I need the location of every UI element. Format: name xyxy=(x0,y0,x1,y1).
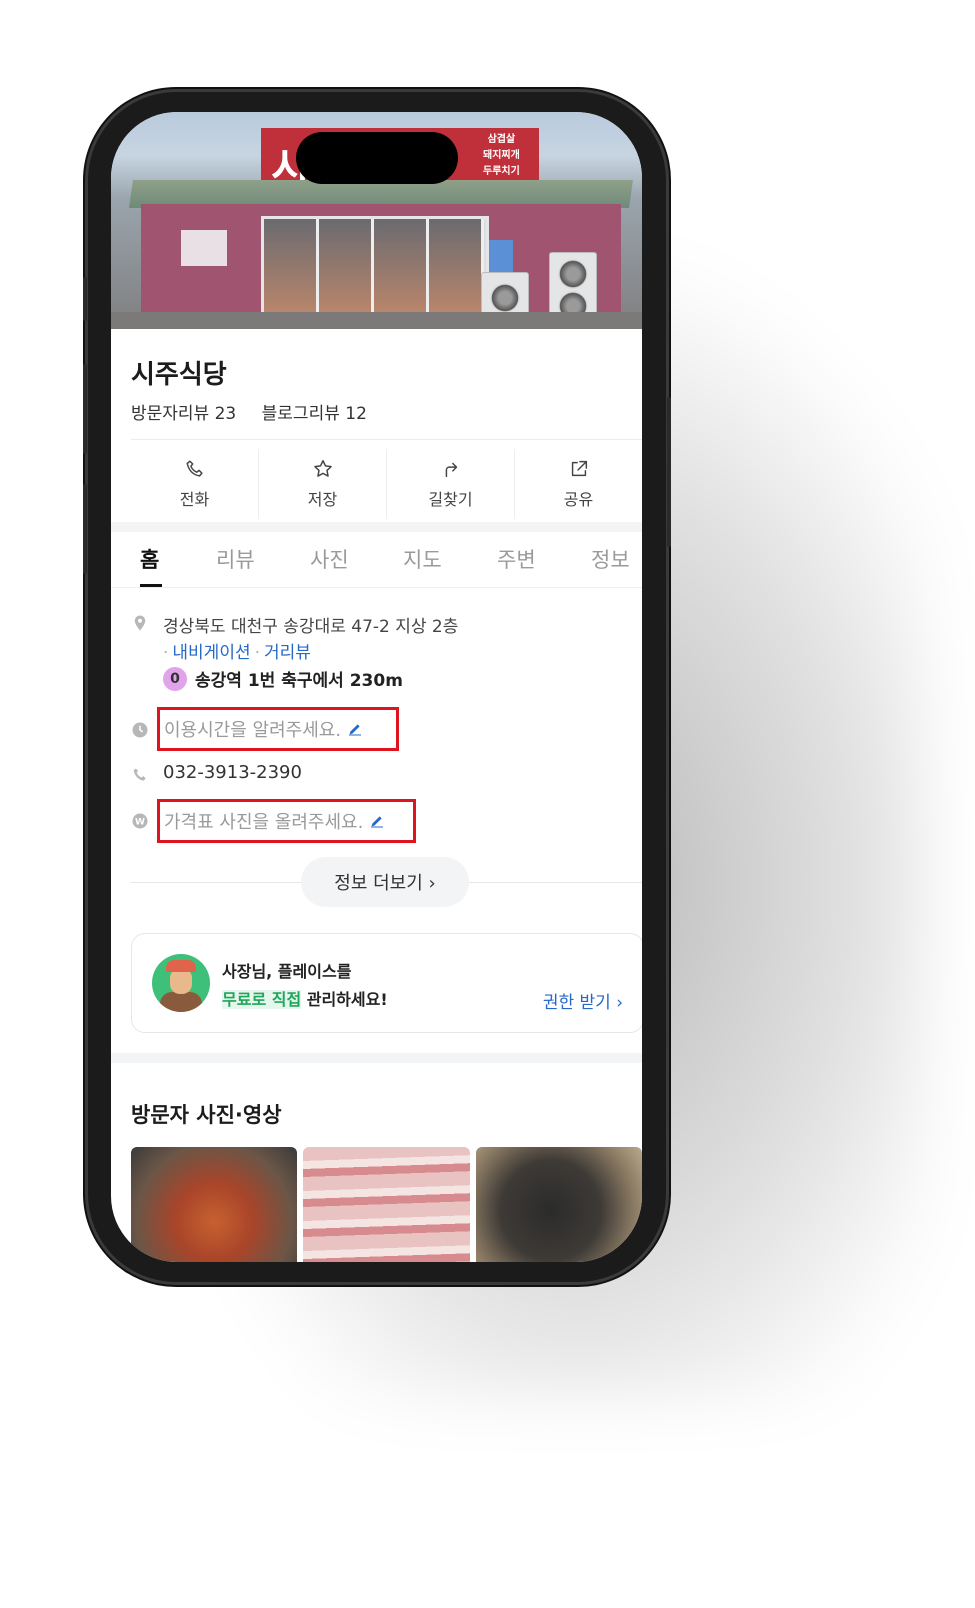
tab-reviews[interactable]: 리뷰 xyxy=(216,544,255,574)
place-name: 시주식당 xyxy=(131,360,227,390)
save-label: 저장 xyxy=(307,490,338,509)
sign-menu-item: 돼지찌개 xyxy=(483,150,520,161)
location-pin-icon xyxy=(131,614,149,632)
phone-icon xyxy=(185,460,203,477)
phone-number[interactable]: 032-3913-2390 xyxy=(163,762,302,783)
owner-avatar xyxy=(152,954,210,1012)
visitor-review-link[interactable]: 방문자리뷰 23 xyxy=(131,404,236,424)
address-links: · 내비게이션 · 거리뷰 xyxy=(163,643,311,663)
owner-promo-rest: 관리하세요! xyxy=(301,990,388,1009)
claim-permission-link[interactable]: 권한 받기 › xyxy=(543,988,623,1013)
blog-review-link[interactable]: 블로그리뷰 12 xyxy=(262,404,367,424)
volume-down-button xyxy=(83,484,87,574)
sign-menu-item: 삼겹살 xyxy=(487,134,516,145)
section-gap xyxy=(111,1053,642,1063)
share-icon xyxy=(571,460,587,477)
owner-promo-card[interactable]: 사장님, 플레이스를 무료로 직접 관리하세요! 권한 받기 › xyxy=(131,933,642,1033)
active-tab-indicator xyxy=(140,584,162,587)
mute-switch xyxy=(83,277,87,321)
tab-photos[interactable]: 사진 xyxy=(310,544,349,574)
sign-menu-item: 두루치기 xyxy=(483,166,520,177)
visitor-media-title: 방문자 사진·영상 xyxy=(131,1103,282,1127)
highlight-box-hours xyxy=(157,707,399,751)
hours-row xyxy=(131,721,149,739)
save-button[interactable]: 저장 xyxy=(259,449,387,519)
subway-info: 0 송강역 1번 축구에서 230m xyxy=(163,666,403,691)
won-icon: W xyxy=(131,812,149,830)
address-row xyxy=(131,614,149,632)
directions-button[interactable]: 길찾기 xyxy=(387,449,515,519)
dynamic-island xyxy=(296,132,458,184)
owner-promo-highlight: 무료로 직접 xyxy=(222,990,302,1009)
power-button xyxy=(667,397,671,547)
owner-promo-line1: 사장님, 플레이스를 xyxy=(222,962,352,981)
svg-text:W: W xyxy=(135,817,145,827)
tab-nearby[interactable]: 주변 xyxy=(497,544,536,574)
street-view-link[interactable]: 거리뷰 xyxy=(264,643,311,663)
share-label: 공유 xyxy=(563,490,594,509)
visitor-photo[interactable] xyxy=(131,1147,298,1262)
star-icon xyxy=(313,460,332,477)
tab-home[interactable]: 홈 xyxy=(140,544,159,574)
tab-bar: 홈 리뷰 사진 지도 주변 정보 xyxy=(111,532,642,588)
price-row: W xyxy=(131,812,149,830)
tab-info[interactable]: 정보 xyxy=(591,544,630,574)
subway-line-badge: 0 xyxy=(163,666,187,691)
visitor-photo-strip xyxy=(131,1147,642,1262)
phone-screen: 시 당 삼겹살 돼지찌개 두루치기 시주식당 xyxy=(111,112,642,1262)
share-button[interactable]: 공유 xyxy=(515,449,642,519)
directions-icon xyxy=(445,462,457,478)
subway-distance: 송강역 1번 축구에서 230m xyxy=(195,671,403,691)
ground xyxy=(111,312,642,329)
divider xyxy=(131,439,642,440)
navigation-link[interactable]: 내비게이션 xyxy=(172,643,250,663)
phone-small-icon xyxy=(131,766,149,784)
owner-promo-line2: 무료로 직접 관리하세요! xyxy=(222,986,388,1010)
visitor-photo[interactable] xyxy=(303,1147,470,1262)
phone-frame: 시 당 삼겹살 돼지찌개 두루치기 시주식당 xyxy=(83,92,671,1282)
highlight-box-price xyxy=(157,799,416,843)
volume-up-button xyxy=(83,364,87,454)
directions-label: 길찾기 xyxy=(428,490,473,509)
address-text: 경상북도 대천구 송강대로 47-2 지상 2층 xyxy=(163,617,459,637)
poster xyxy=(181,230,227,266)
poster xyxy=(489,240,513,272)
review-counts: 방문자리뷰 23 블로그리뷰 12 xyxy=(131,399,387,424)
tab-map[interactable]: 지도 xyxy=(403,544,442,574)
clock-icon xyxy=(131,721,149,739)
call-label: 전화 xyxy=(179,490,210,509)
more-info-row: 정보 더보기 › xyxy=(131,857,642,907)
storefront-sign-menu: 삼겹살 돼지찌개 두루치기 xyxy=(483,132,520,180)
section-gap xyxy=(111,522,642,532)
call-button[interactable]: 전화 xyxy=(131,449,259,519)
visitor-photo[interactable] xyxy=(475,1147,642,1262)
phone-row xyxy=(131,766,149,784)
action-bar: 전화 저장 길찾기 공유 xyxy=(131,449,642,519)
more-info-button[interactable]: 정보 더보기 › xyxy=(301,857,469,907)
